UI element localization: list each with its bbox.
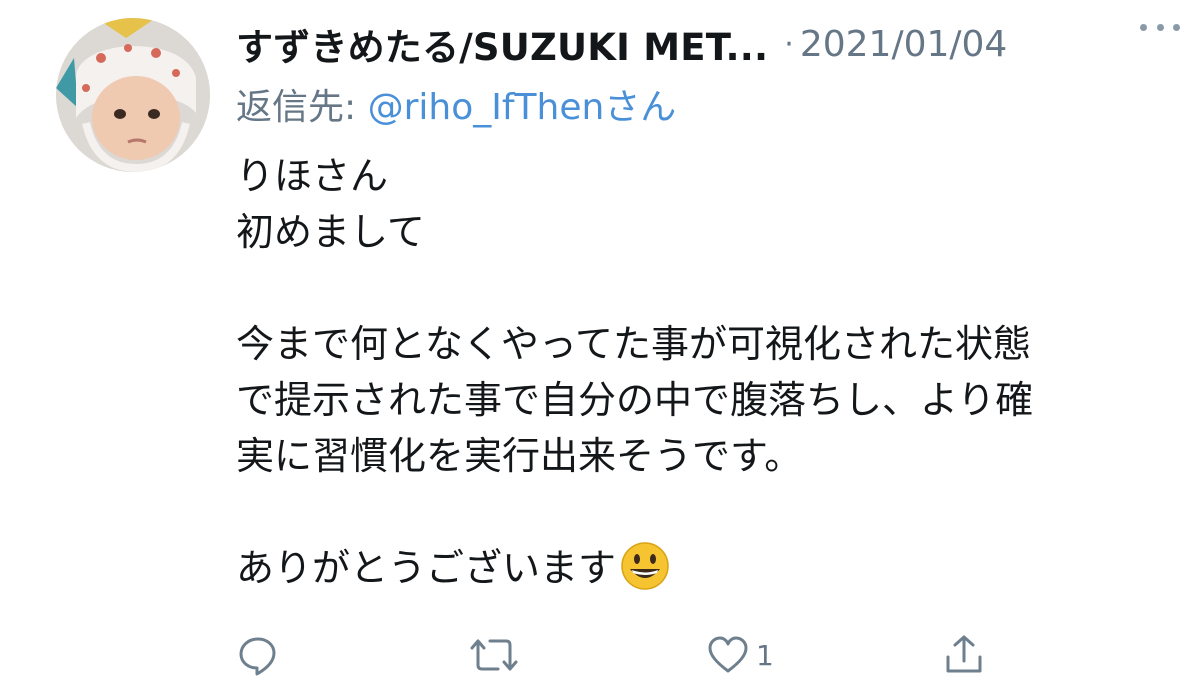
reply-icon: [236, 633, 280, 677]
like-count: 1: [756, 638, 774, 672]
like-button[interactable]: 1: [706, 628, 774, 682]
reply-suffix: さん: [604, 87, 677, 128]
share-button[interactable]: [942, 628, 986, 682]
tweet-date[interactable]: 2021/01/04: [800, 24, 1008, 65]
tweet[interactable]: すずきめたる/SUZUKI MET... · 2021/01/04 返信先: @…: [0, 0, 1200, 698]
body-line: [236, 484, 1156, 540]
body-line: [236, 260, 1156, 316]
heart-icon: [706, 633, 750, 677]
body-line: 初めまして: [236, 210, 425, 254]
reply-handle-link[interactable]: @riho_IfThen: [368, 87, 605, 128]
share-icon: [942, 633, 986, 677]
separator-dot: ·: [784, 26, 794, 62]
reply-to-line: 返信先: @riho_IfThenさん: [236, 78, 676, 130]
retweet-button[interactable]: [468, 628, 520, 682]
display-name[interactable]: すずきめたる/SUZUKI MET...: [236, 17, 768, 71]
body-line-last: ありがとうございます: [236, 540, 1156, 596]
tweet-body: りほさん 初めまして 今まで何となくやってた事が可視化された状態 で提示された事…: [236, 148, 1156, 596]
body-line: 実に習慣化を実行出来そうです。: [236, 434, 803, 478]
more-options-icon[interactable]: [1140, 12, 1180, 42]
tweet-header: すずきめたる/SUZUKI MET... · 2021/01/04: [236, 14, 1176, 74]
body-line: 今まで何となくやってた事が可視化された状態: [236, 322, 1031, 366]
tweet-actions: 1: [236, 628, 996, 682]
body-line: で提示された事で自分の中で腹落ちし、より確: [236, 378, 1034, 422]
avatar[interactable]: [56, 18, 210, 172]
reply-button[interactable]: [236, 628, 280, 682]
body-line-text: ありがとうございます: [236, 546, 617, 590]
reply-prefix: 返信先:: [236, 87, 368, 128]
body-line: りほさん: [236, 154, 389, 198]
grinning-face-emoji-icon: [620, 541, 670, 591]
retweet-icon: [468, 633, 520, 677]
